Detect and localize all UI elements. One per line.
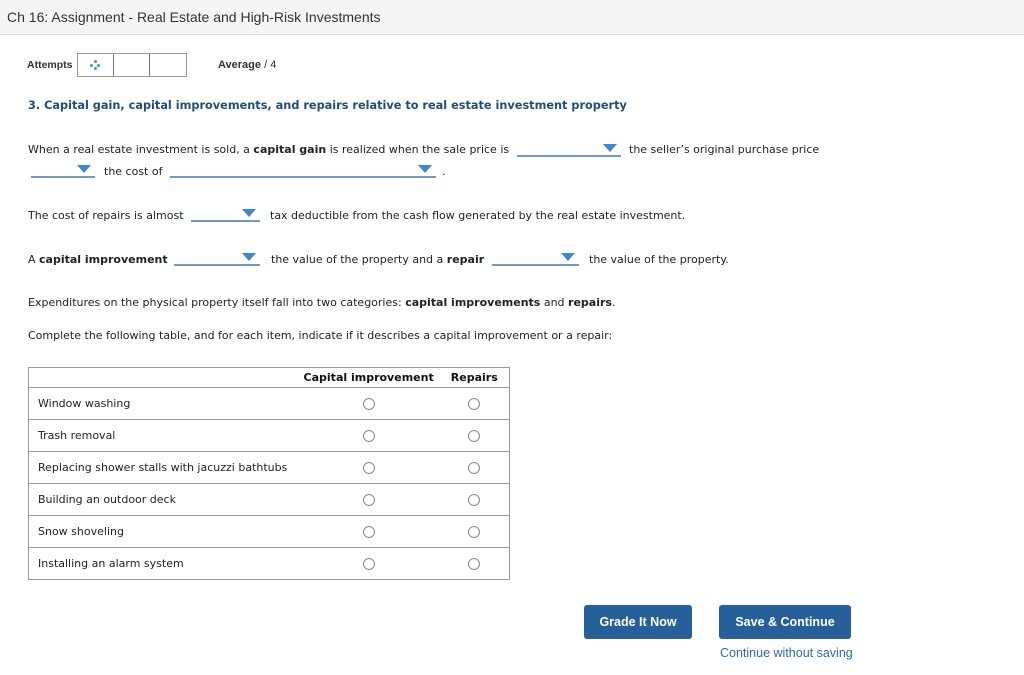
repairs-cell	[439, 547, 510, 580]
sentence-1-line-1: When a real estate investment is sold, a…	[28, 143, 509, 156]
sentence-1-purchase-price: the seller’s original purchase price	[629, 143, 820, 156]
capital-improvement-radio[interactable]	[362, 430, 375, 442]
text: Expenditures on the physical property it…	[28, 296, 406, 309]
attempt-boxes	[76, 53, 187, 77]
assignment-title: Ch 16: Assignment - Real Estate and High…	[7, 9, 381, 25]
average-value: / 4	[264, 59, 277, 71]
table-row: Trash removal	[28, 419, 510, 452]
dropdown-caret-icon	[561, 253, 575, 261]
sentence-1-cost-of: the cost of	[104, 165, 163, 178]
header-capital-improvement: Capital improvement	[297, 367, 440, 388]
repairs-radio[interactable]	[468, 558, 481, 570]
sale-price-comparison-dropdown[interactable]	[517, 143, 621, 157]
dropdown-caret-icon	[603, 144, 617, 152]
text: the value of the property and a	[271, 253, 447, 266]
capital-improvement-cell	[297, 387, 440, 420]
cost-of-item-dropdown[interactable]	[170, 164, 436, 178]
header-repairs: Repairs	[439, 367, 510, 388]
repairs-cell	[439, 483, 510, 516]
repair-term: repair	[446, 253, 485, 266]
attempts-label: Attempts	[27, 59, 73, 71]
capital-improvements-term: capital improvements	[405, 296, 541, 309]
page-header: Ch 16: Assignment - Real Estate and High…	[0, 0, 1024, 35]
table-row: Building an outdoor deck	[28, 483, 510, 516]
repairs-radio[interactable]	[468, 494, 481, 506]
text: and	[540, 296, 569, 309]
table-row: Snow shoveling	[28, 515, 510, 548]
capital-gain-term: capital gain	[253, 143, 327, 156]
sentence-2-start: The cost of repairs is almost	[28, 209, 184, 222]
dropdown-caret-icon	[242, 209, 256, 217]
question-title: 3. Capital gain, capital improvements, a…	[28, 99, 627, 112]
table-row: Window washing	[28, 387, 510, 420]
item-label: Replacing shower stalls with jacuzzi bat…	[28, 451, 298, 484]
repairs-deductible-dropdown[interactable]	[191, 208, 260, 222]
save-and-continue-button[interactable]: Save & Continue	[719, 605, 851, 639]
item-label: Installing an alarm system	[28, 547, 298, 580]
capital-improvement-term: capital improvement	[39, 253, 168, 266]
sentence-3-middle: the value of the property and a repair	[271, 253, 484, 266]
repair-effect-dropdown[interactable]	[492, 252, 579, 266]
table-row: Installing an alarm system	[28, 547, 510, 580]
sentence-2-end: tax deductible from the cash flow genera…	[270, 209, 686, 222]
text: is realized when the sale price is	[326, 143, 510, 156]
capital-improvement-radio[interactable]	[362, 558, 375, 570]
capital-improvement-cell	[297, 547, 440, 580]
repairs-radio[interactable]	[468, 526, 481, 538]
item-label: Snow shoveling	[28, 515, 298, 548]
repairs-radio[interactable]	[468, 430, 481, 442]
average-score: Average / 4	[218, 59, 276, 71]
attempts-row: Attempts	[27, 53, 187, 77]
repairs-cell	[439, 451, 510, 484]
item-label: Building an outdoor deck	[28, 483, 298, 516]
repairs-cell	[439, 387, 510, 420]
capital-improvement-radio[interactable]	[362, 462, 375, 474]
dropdown-caret-icon	[77, 165, 91, 173]
capital-improvement-radio[interactable]	[362, 526, 375, 538]
attempt-box-1	[78, 54, 114, 76]
item-label: Window washing	[28, 387, 298, 420]
capital-improvement-cell	[297, 419, 440, 452]
grade-it-now-button[interactable]: Grade It Now	[584, 605, 692, 639]
continue-without-saving-link[interactable]: Continue without saving	[720, 646, 853, 660]
repairs-cell	[439, 515, 510, 548]
repairs-term: repairs	[568, 296, 612, 309]
item-label: Trash removal	[28, 419, 298, 452]
sentence-3-start: A capital improvement	[28, 253, 168, 266]
capital-improvement-cell	[297, 451, 440, 484]
dropdown-caret-icon	[242, 253, 256, 261]
capital-improvement-effect-dropdown[interactable]	[174, 252, 260, 266]
capital-improvement-radio[interactable]	[362, 494, 375, 506]
attempt-box-3	[150, 54, 186, 76]
text: A	[28, 253, 40, 266]
capital-improvement-cell	[297, 515, 440, 548]
dropdown-caret-icon	[418, 165, 432, 173]
repairs-radio[interactable]	[468, 462, 481, 474]
average-label: Average	[218, 59, 262, 71]
table-header-row: Capital improvement Repairs	[28, 367, 510, 388]
capital-improvement-cell	[297, 483, 440, 516]
expenditures-paragraph: Expenditures on the physical property it…	[28, 296, 615, 309]
repairs-cell	[439, 419, 510, 452]
attempt-box-2	[114, 54, 150, 76]
text: .	[611, 296, 616, 309]
repairs-radio[interactable]	[468, 398, 481, 410]
header-item	[28, 367, 298, 388]
sentence-3-end: the value of the property.	[589, 253, 729, 266]
capital-improvement-radio[interactable]	[362, 398, 375, 410]
classification-table: Capital improvement Repairs Window washi…	[28, 367, 510, 580]
sentence-1-period: .	[442, 165, 446, 178]
table-instructions: Complete the following table, and for ea…	[28, 329, 613, 342]
table-row: Replacing shower stalls with jacuzzi bat…	[28, 451, 510, 484]
loading-dots-icon	[90, 60, 101, 70]
plus-minus-dropdown[interactable]	[31, 164, 95, 178]
text: When a real estate investment is sold, a	[28, 143, 254, 156]
